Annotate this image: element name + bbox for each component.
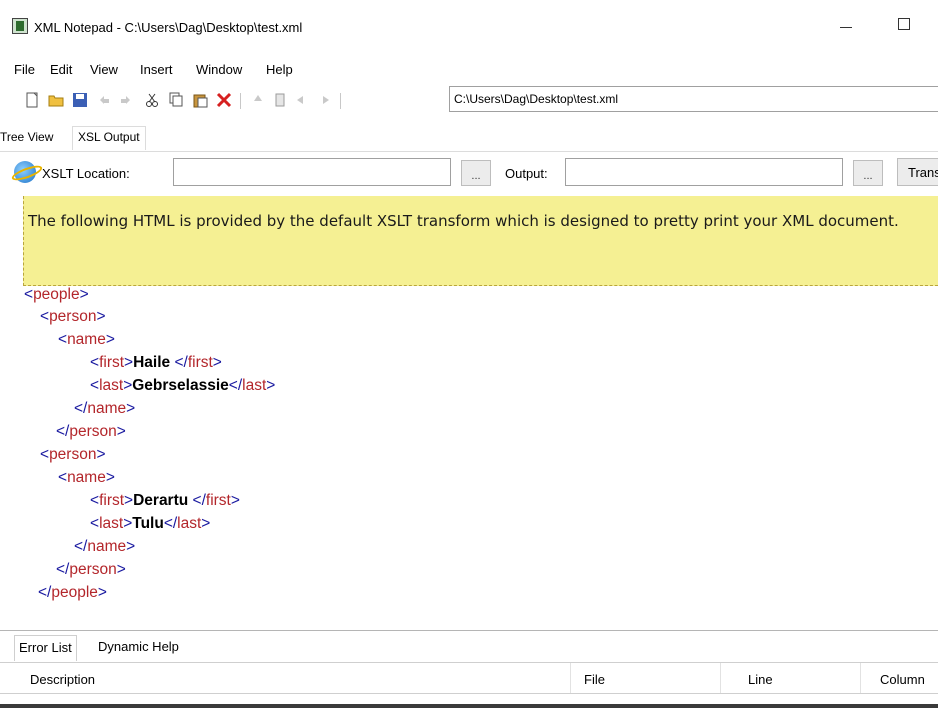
menu-help[interactable]: Help — [266, 62, 293, 77]
xml-value: Derartu — [133, 492, 193, 509]
title-bar: XML Notepad - C:\Users\Dag\Desktop\test.… — [0, 0, 938, 56]
tab-dynamic-help[interactable]: Dynamic Help — [98, 639, 179, 654]
delete-icon[interactable] — [216, 92, 232, 108]
xml-tag: name — [67, 331, 106, 348]
tab-xsl-output[interactable]: XSL Output — [72, 126, 146, 150]
xml-tag: person — [69, 561, 117, 578]
column-separator[interactable] — [720, 663, 721, 693]
xml-tag: person — [49, 308, 97, 325]
xml-tag: last — [177, 515, 202, 532]
internet-explorer-icon — [14, 161, 36, 183]
xml-value: Tulu — [132, 515, 164, 532]
xml-tag: first — [205, 492, 231, 509]
xml-tag: people — [33, 286, 80, 303]
nudge-down-icon[interactable] — [272, 92, 288, 108]
xslt-location-label: XSLT Location: — [42, 166, 130, 181]
xml-tag: first — [99, 354, 125, 371]
xml-tag: name — [67, 469, 106, 486]
view-tabs: Tree View XSL Output — [0, 122, 938, 152]
file-path-field[interactable]: C:\Users\Dag\Desktop\test.xml — [449, 86, 938, 112]
menu-insert[interactable]: Insert — [140, 62, 173, 77]
transform-button[interactable]: Transform — [897, 158, 938, 186]
menu-view[interactable]: View — [90, 62, 118, 77]
xml-line: </person> — [56, 423, 126, 440]
xml-line: <name> — [58, 331, 115, 348]
xml-line: </name> — [74, 538, 136, 555]
xml-line: <person> — [40, 308, 106, 325]
xml-tag: last — [242, 377, 267, 394]
copy-icon[interactable] — [168, 92, 184, 108]
paste-icon[interactable] — [192, 92, 208, 108]
xml-tag: name — [87, 538, 127, 555]
xml-line: <last>Tulu</last> — [90, 515, 211, 532]
xml-tag: last — [99, 515, 124, 532]
error-list-header: Description File Line Column — [0, 662, 938, 694]
xml-tag: person — [49, 446, 97, 463]
redo-icon[interactable] — [118, 92, 134, 108]
xml-value: Gebrselassie — [132, 377, 229, 394]
toolbar-separator — [240, 93, 241, 109]
xslt-notice: The following HTML is provided by the de… — [23, 196, 938, 286]
column-description[interactable]: Description — [30, 672, 95, 687]
output-label: Output: — [505, 166, 548, 181]
xml-line: <first>Haile </first> — [90, 354, 222, 371]
xml-output-view: <people> <person> <name> <first>Haile </… — [0, 286, 938, 616]
menu-bar: File Edit View Insert Window Help — [0, 56, 938, 84]
menu-file[interactable]: File — [14, 62, 35, 77]
xml-line: </person> — [56, 561, 126, 578]
xml-line: <name> — [58, 469, 115, 486]
toolbar-separator — [340, 93, 341, 109]
xml-tag: name — [87, 400, 127, 417]
minimize-icon[interactable] — [836, 14, 858, 36]
nudge-up-icon[interactable] — [250, 92, 266, 108]
undo-icon[interactable] — [96, 92, 112, 108]
tab-tree-view[interactable]: Tree View — [0, 130, 53, 144]
xml-line: </people> — [38, 584, 107, 601]
xml-value: Haile — [133, 354, 175, 371]
column-separator[interactable] — [570, 663, 571, 693]
new-file-icon[interactable] — [24, 92, 40, 108]
nudge-left-icon[interactable] — [294, 92, 310, 108]
xml-line: <people> — [24, 286, 89, 303]
open-folder-icon[interactable] — [48, 92, 64, 108]
tab-error-list[interactable]: Error List — [14, 635, 77, 661]
xml-line: <last>Gebrselassie</last> — [90, 377, 276, 394]
save-icon[interactable] — [72, 92, 88, 108]
xml-notepad-app-icon[interactable] — [12, 18, 28, 34]
maximize-icon[interactable] — [898, 18, 910, 30]
output-input[interactable] — [565, 158, 843, 186]
nudge-right-icon[interactable] — [316, 92, 332, 108]
cut-icon[interactable] — [144, 92, 160, 108]
xml-tag: people — [51, 584, 98, 601]
xslt-browse-button[interactable]: ... — [461, 160, 491, 186]
xml-line: <first>Derartu </first> — [90, 492, 240, 509]
column-file[interactable]: File — [584, 672, 605, 687]
xml-tag: person — [69, 423, 117, 440]
column-separator[interactable] — [860, 663, 861, 693]
bottom-panel-tabs: Error List Dynamic Help — [0, 630, 938, 662]
column-line[interactable]: Line — [748, 672, 773, 687]
column-column[interactable]: Column — [880, 672, 925, 687]
xml-line: <person> — [40, 446, 106, 463]
xml-tag: last — [99, 377, 124, 394]
menu-edit[interactable]: Edit — [50, 62, 72, 77]
window-title: XML Notepad - C:\Users\Dag\Desktop\test.… — [34, 20, 303, 35]
menu-window[interactable]: Window — [196, 62, 242, 77]
xml-tag: first — [187, 354, 213, 371]
output-browse-button[interactable]: ... — [853, 160, 883, 186]
xslt-location-input[interactable] — [173, 158, 451, 186]
xml-tag: first — [99, 492, 125, 509]
xml-line: </name> — [74, 400, 136, 417]
xslt-bar: XSLT Location: ... Output: ... Transform — [0, 152, 938, 196]
status-strip — [0, 704, 938, 708]
